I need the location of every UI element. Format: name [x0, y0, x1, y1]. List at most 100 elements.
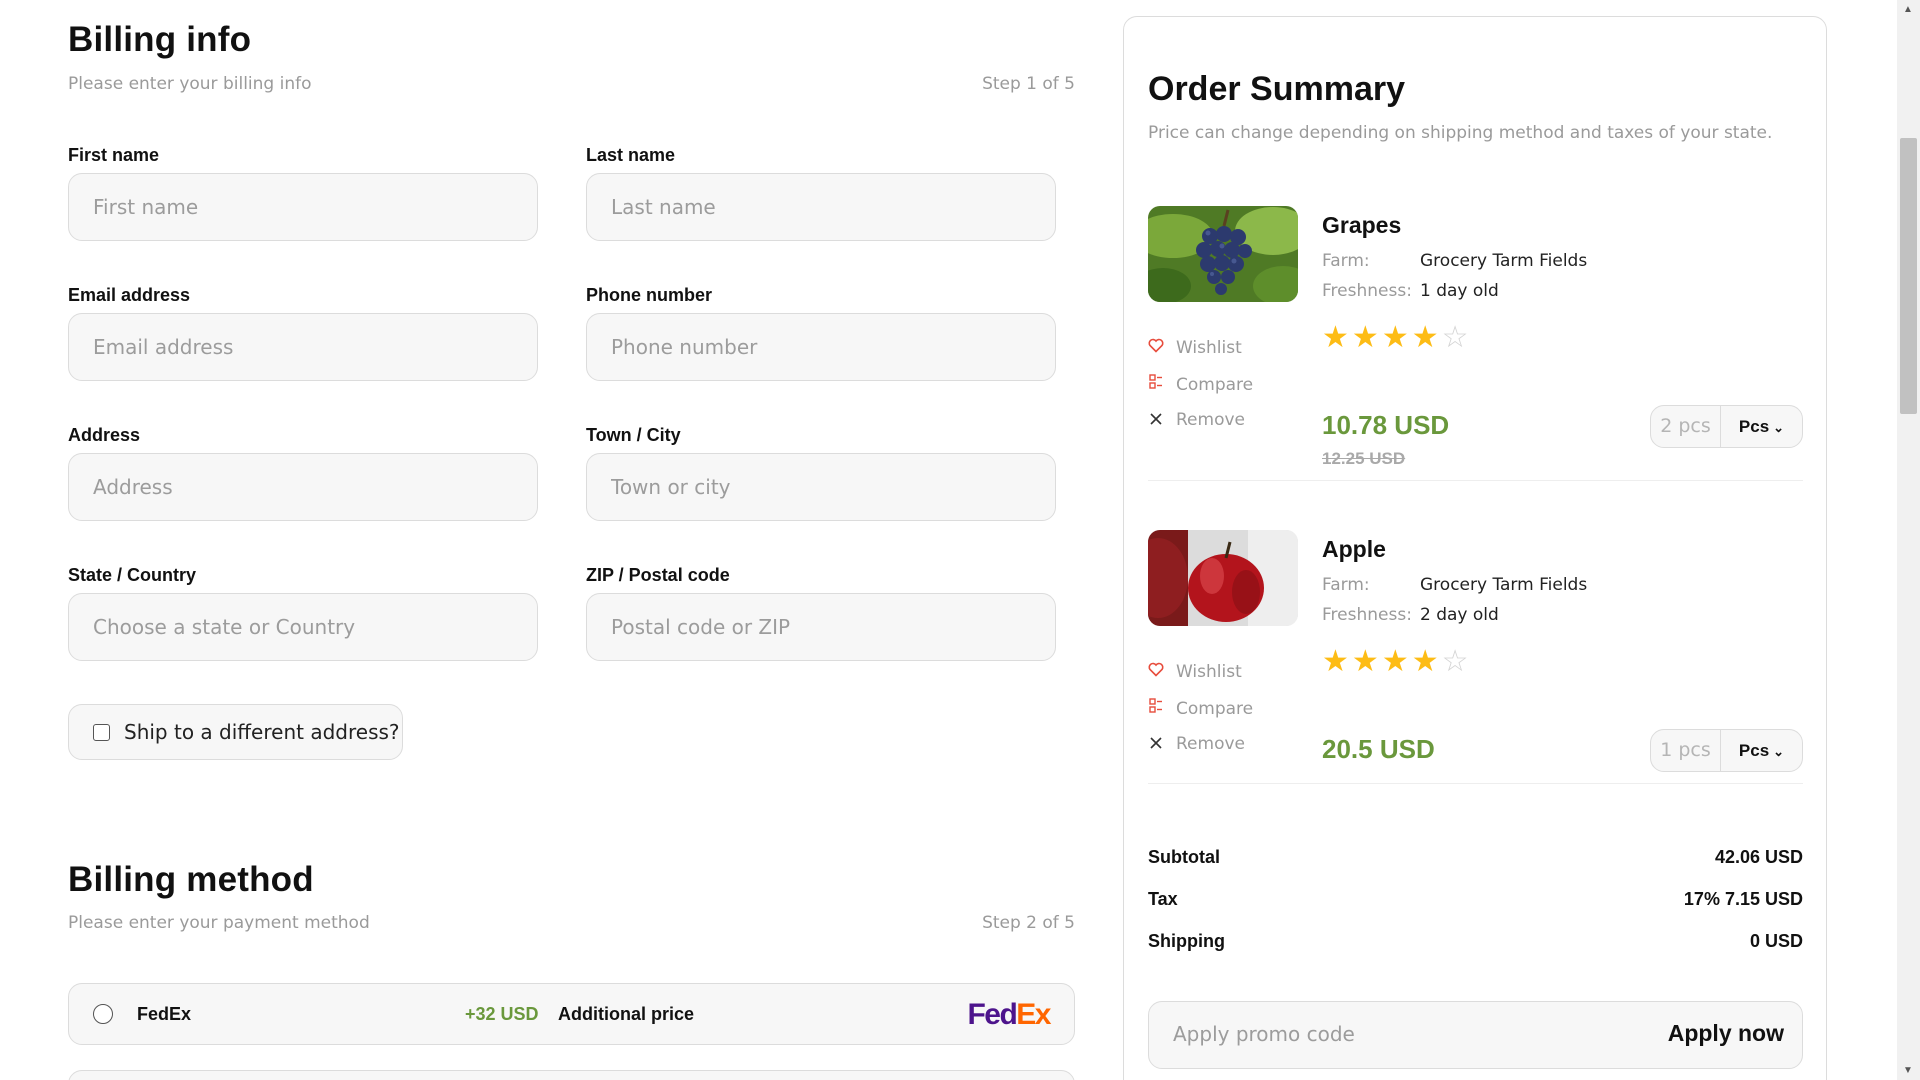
product-farm: Farm: Grocery Tarm Fields — [1322, 251, 1587, 271]
promo-code-input[interactable] — [1173, 1022, 1613, 1046]
close-icon — [1148, 410, 1164, 430]
star-icon: ★ — [1351, 645, 1382, 678]
phone-label: Phone number — [586, 285, 713, 305]
checkbox-icon[interactable] — [93, 723, 110, 741]
city-label: Town / City — [586, 425, 681, 445]
remove-label: Remove — [1176, 734, 1245, 754]
compare-icon — [1148, 698, 1164, 719]
last-name-input[interactable] — [586, 173, 1056, 241]
shipping-option-price: +32 USD — [465, 1004, 539, 1024]
ship-different-address-checkbox[interactable]: Ship to a different address? — [68, 704, 403, 760]
email-group: Email address — [68, 285, 538, 381]
billing-method-title: Billing method — [68, 860, 314, 899]
apple-image — [1148, 530, 1298, 626]
unit-label: Pcs — [1738, 740, 1770, 760]
product-freshness: Freshness: 1 day old — [1322, 281, 1499, 301]
subtotal-row: Subtotal 42.06 USD — [1148, 847, 1803, 868]
quantity-selector[interactable]: 1 pcs Pcs ⌄ — [1650, 729, 1803, 772]
shipping-value: 0 USD — [1749, 931, 1803, 951]
state-label: State / Country — [68, 565, 197, 585]
billing-info-title: Billing info — [68, 20, 252, 59]
compare-button[interactable]: Compare — [1148, 374, 1253, 395]
state-input[interactable] — [68, 593, 538, 661]
product-name: Grapes — [1322, 212, 1402, 238]
shipping-option-price-label: Additional price — [558, 1004, 695, 1024]
scroll-up-arrow-icon[interactable]: ▲ — [1903, 4, 1913, 15]
close-icon — [1148, 734, 1164, 754]
order-summary-subtitle: Price can change depending on shipping m… — [1148, 123, 1773, 143]
product-old-price: 12.25 USD — [1322, 449, 1406, 468]
tax-label: Tax — [1148, 889, 1178, 909]
compare-label: Compare — [1176, 698, 1254, 719]
farm-label: Farm: — [1322, 575, 1370, 595]
apply-promo-button[interactable]: Apply now — [1668, 1020, 1784, 1047]
billing-info-step: Step 1 of 5 — [982, 74, 1075, 94]
city-group: Town / City — [586, 425, 1056, 521]
last-name-group: Last name — [586, 145, 1056, 241]
farm-value: Grocery Tarm Fields — [1420, 251, 1588, 271]
star-empty-icon: ☆ — [1441, 645, 1472, 678]
address-label: Address — [68, 425, 141, 445]
chevron-down-icon: ⌄ — [1773, 419, 1785, 435]
rating-stars: ★★★★☆ — [1322, 644, 1472, 679]
shipping-option-fedex[interactable]: FedEx +32 USD Additional price FedEx — [68, 983, 1075, 1045]
billing-method-step: Step 2 of 5 — [982, 913, 1075, 933]
tax-value: 17% 7.15 USD — [1683, 889, 1803, 909]
star-icon: ★ — [1411, 645, 1442, 678]
unit-select[interactable]: Pcs ⌄ — [1721, 417, 1802, 437]
phone-group: Phone number — [586, 285, 1056, 381]
heart-icon — [1148, 338, 1164, 358]
tax-row: Tax 17% 7.15 USD — [1148, 889, 1803, 910]
freshness-value: 2 day old — [1420, 605, 1499, 625]
compare-icon — [1148, 374, 1164, 395]
wishlist-button[interactable]: Wishlist — [1148, 662, 1242, 682]
product-price: 10.78 USD — [1322, 410, 1450, 440]
shipping-option-next[interactable] — [68, 1070, 1075, 1080]
star-icon: ★ — [1411, 321, 1442, 354]
billing-info-subtitle: Please enter your billing info — [68, 74, 312, 94]
heart-icon — [1148, 662, 1164, 682]
divider — [1148, 480, 1803, 481]
scrollbar-thumb[interactable] — [1900, 138, 1917, 414]
address-input[interactable] — [68, 453, 538, 521]
ship-different-address-label: Ship to a different address? — [124, 720, 400, 744]
wishlist-button[interactable]: Wishlist — [1148, 338, 1242, 358]
star-icon: ★ — [1322, 645, 1352, 678]
first-name-input[interactable] — [68, 173, 538, 241]
radio-button[interactable] — [93, 1004, 113, 1024]
phone-input[interactable] — [586, 313, 1056, 381]
subtotal-value: 42.06 USD — [1714, 847, 1803, 867]
email-label: Email address — [68, 285, 191, 305]
subtotal-label: Subtotal — [1148, 847, 1220, 867]
star-icon: ★ — [1381, 321, 1412, 354]
product-farm: Farm: Grocery Tarm Fields — [1322, 575, 1587, 595]
zip-input[interactable] — [586, 593, 1056, 661]
first-name-group: First name — [68, 145, 538, 241]
wishlist-label: Wishlist — [1176, 662, 1242, 682]
unit-select[interactable]: Pcs ⌄ — [1721, 741, 1802, 761]
fedex-logo: FedEx — [967, 998, 1051, 1032]
email-input[interactable] — [68, 313, 538, 381]
quantity-value[interactable]: 1 pcs — [1651, 729, 1721, 772]
scroll-down-arrow-icon[interactable]: ▼ — [1903, 1065, 1913, 1076]
shipping-label: Shipping — [1148, 931, 1225, 951]
zip-label: ZIP / Postal code — [586, 565, 730, 585]
state-group: State / Country — [68, 565, 538, 661]
cart-item-grapes: Grapes Farm: Grocery Tarm Fields Freshnes… — [1148, 206, 1803, 506]
remove-button[interactable]: Remove — [1148, 734, 1245, 754]
quantity-selector[interactable]: 2 pcs Pcs ⌄ — [1650, 405, 1803, 448]
city-input[interactable] — [586, 453, 1056, 521]
quantity-value[interactable]: 2 pcs — [1651, 405, 1721, 448]
compare-label: Compare — [1176, 374, 1254, 395]
farm-label: Farm: — [1322, 251, 1370, 271]
chevron-down-icon: ⌄ — [1773, 743, 1785, 759]
fedex-logo-ex: Ex — [1016, 998, 1051, 1031]
divider — [1148, 783, 1803, 784]
freshness-value: 1 day old — [1420, 281, 1499, 301]
page-scrollbar[interactable]: ▲ ▼ — [1897, 0, 1920, 1080]
first-name-label: First name — [68, 145, 160, 165]
compare-button[interactable]: Compare — [1148, 698, 1253, 719]
billing-method-subtitle: Please enter your payment method — [68, 913, 370, 933]
remove-button[interactable]: Remove — [1148, 410, 1245, 430]
order-summary-title: Order Summary — [1148, 70, 1405, 108]
